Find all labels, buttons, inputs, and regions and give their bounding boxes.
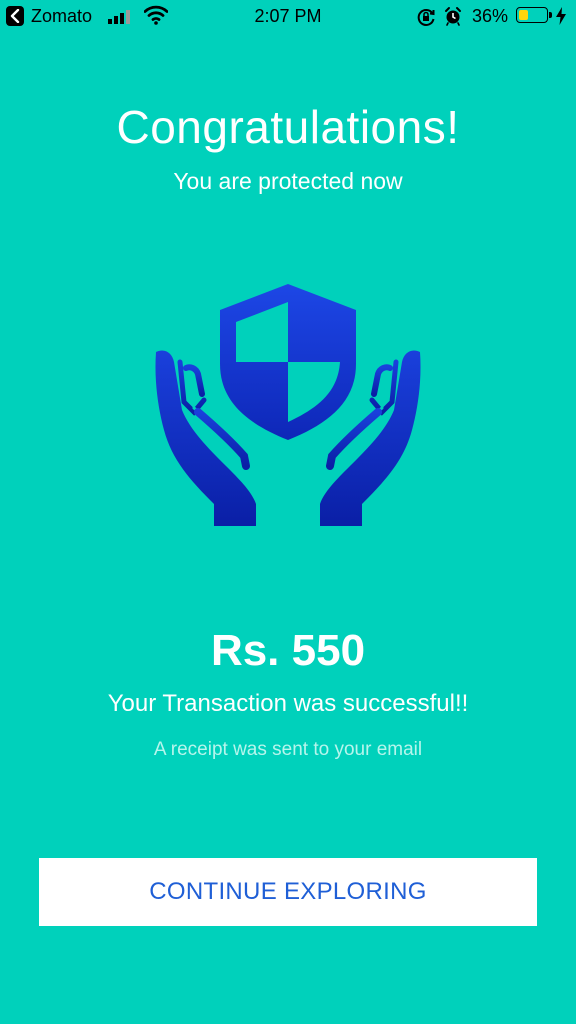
battery-icon [516,7,548,23]
alarm-icon [445,7,461,26]
charging-icon [556,7,566,25]
continue-exploring-button[interactable]: CONTINUE EXPLORING [39,858,537,926]
page-title: Congratulations! [116,101,460,153]
success-message: Your Transaction was successful!! [107,690,469,717]
receipt-message: A receipt was sent to your email [153,739,423,760]
shield-icon [220,284,356,440]
page-subtitle: You are protected now [173,168,403,194]
battery-percent: 36% [472,6,509,26]
hands-shield-icon [155,284,421,526]
battery-fill [519,10,528,20]
transaction-amount: Rs. 550 [210,626,366,675]
battery-tip [549,12,552,18]
status-bar: Zomato 2:07 PM 36% [0,0,576,34]
orientation-lock-icon [417,9,435,26]
